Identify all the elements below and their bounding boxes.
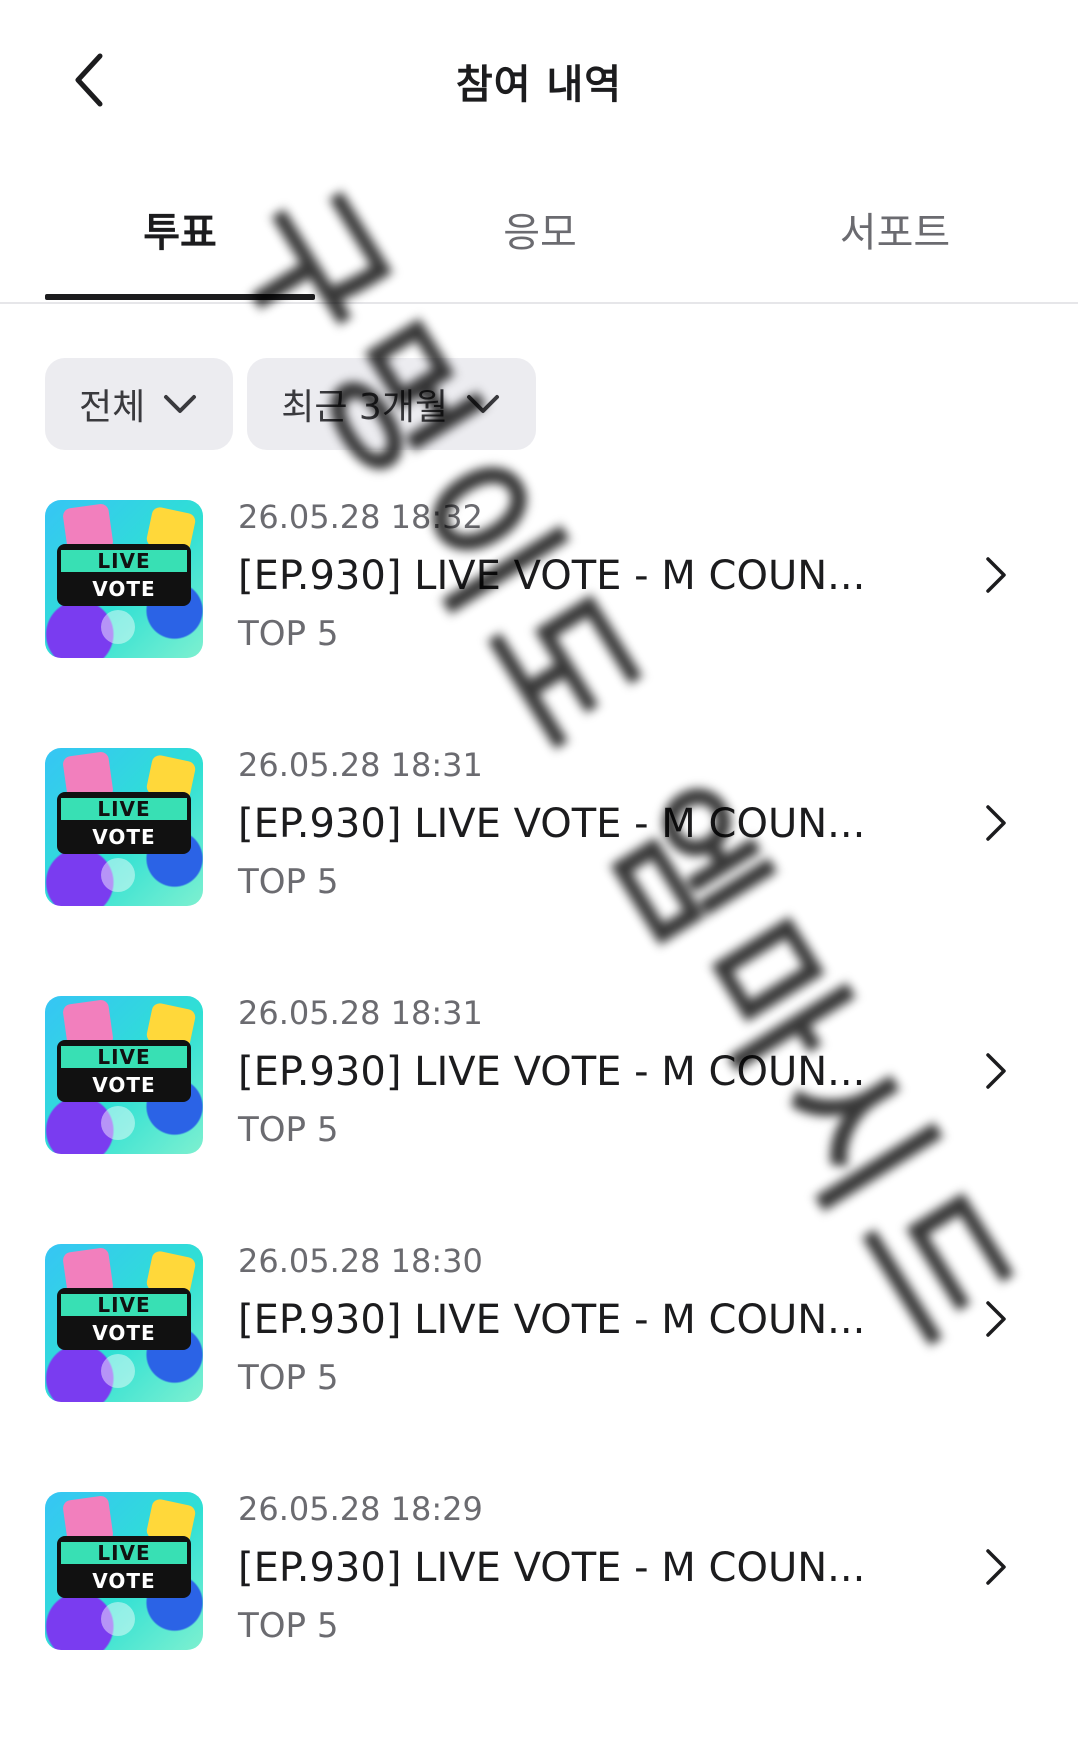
thumbnail-text-line2: VOTE — [92, 1569, 156, 1593]
item-title: [EP.930] LIVE VOTE - M COUN... — [238, 801, 866, 847]
chevron-right-icon — [986, 805, 1006, 841]
item-date: 26.05.28 18:31 — [238, 994, 483, 1032]
list-item[interactable]: LIVE VOTE 26.05.28 18:31 [EP.930] LIVE V… — [0, 994, 1078, 1242]
item-date: 26.05.28 18:32 — [238, 498, 483, 536]
chevron-down-icon — [467, 395, 500, 413]
live-vote-thumbnail: LIVE VOTE — [45, 996, 203, 1154]
item-date: 26.05.28 18:30 — [238, 1242, 483, 1280]
period-filter[interactable]: 최근 3개월 — [247, 358, 537, 450]
thumbnail-text-line1: LIVE — [97, 1541, 151, 1565]
thumbnail-text-line1: LIVE — [97, 549, 151, 573]
category-filter-label: 전체 — [79, 387, 146, 428]
chevron-right-icon — [986, 557, 1006, 593]
participation-list: LIVE VOTE 26.05.28 18:32 [EP.930] LIVE V… — [0, 498, 1078, 1738]
live-vote-thumbnail: LIVE VOTE — [45, 1244, 203, 1402]
thumbnail-text-line1: LIVE — [97, 1293, 151, 1317]
page-title: 참여 내역 — [455, 62, 623, 108]
item-title: [EP.930] LIVE VOTE - M COUN... — [238, 553, 866, 599]
header: 참여 내역 — [0, 0, 1078, 160]
tab-bar: 투표 응모 서포트 — [0, 180, 1078, 304]
list-item[interactable]: LIVE VOTE 26.05.28 18:32 [EP.930] LIVE V… — [0, 498, 1078, 746]
list-item[interactable]: LIVE VOTE 26.05.28 18:31 [EP.930] LIVE V… — [0, 746, 1078, 994]
active-tab-indicator — [45, 294, 315, 300]
thumbnail-text-line2: VOTE — [92, 577, 156, 601]
chevron-right-icon — [986, 1301, 1006, 1337]
thumbnail-text-line1: LIVE — [97, 797, 151, 821]
item-rank: TOP 5 — [238, 1606, 339, 1646]
thumbnail-text-line2: VOTE — [92, 1321, 156, 1345]
tab-support[interactable]: 서포트 — [760, 200, 1030, 258]
item-date: 26.05.28 18:31 — [238, 746, 483, 784]
period-filter-label: 최근 3개월 — [281, 387, 449, 428]
filter-bar: 전체 최근 3개월 — [45, 358, 537, 450]
item-rank: TOP 5 — [238, 1110, 339, 1150]
live-vote-thumbnail: LIVE VOTE — [45, 1492, 203, 1650]
item-title: [EP.930] LIVE VOTE - M COUN... — [238, 1049, 866, 1095]
chevron-right-icon — [986, 1549, 1006, 1585]
live-vote-thumbnail: LIVE VOTE — [45, 748, 203, 906]
list-item[interactable]: LIVE VOTE 26.05.28 18:29 [EP.930] LIVE V… — [0, 1490, 1078, 1738]
thumbnail-text-line2: VOTE — [92, 1073, 156, 1097]
category-filter[interactable]: 전체 — [45, 358, 234, 450]
item-rank: TOP 5 — [238, 614, 339, 654]
tab-entry[interactable]: 응모 — [405, 200, 675, 258]
chevron-right-icon — [986, 1053, 1006, 1089]
item-title: [EP.930] LIVE VOTE - M COUN... — [238, 1297, 866, 1343]
tab-vote[interactable]: 투표 — [45, 200, 315, 258]
item-rank: TOP 5 — [238, 862, 339, 902]
item-rank: TOP 5 — [238, 1358, 339, 1398]
thumbnail-text-line2: VOTE — [92, 825, 156, 849]
item-date: 26.05.28 18:29 — [238, 1490, 483, 1528]
item-title: [EP.930] LIVE VOTE - M COUN... — [238, 1545, 866, 1591]
thumbnail-text-line1: LIVE — [97, 1045, 151, 1069]
chevron-down-icon — [164, 395, 197, 413]
list-item[interactable]: LIVE VOTE 26.05.28 18:30 [EP.930] LIVE V… — [0, 1242, 1078, 1490]
live-vote-thumbnail: LIVE VOTE — [45, 500, 203, 658]
